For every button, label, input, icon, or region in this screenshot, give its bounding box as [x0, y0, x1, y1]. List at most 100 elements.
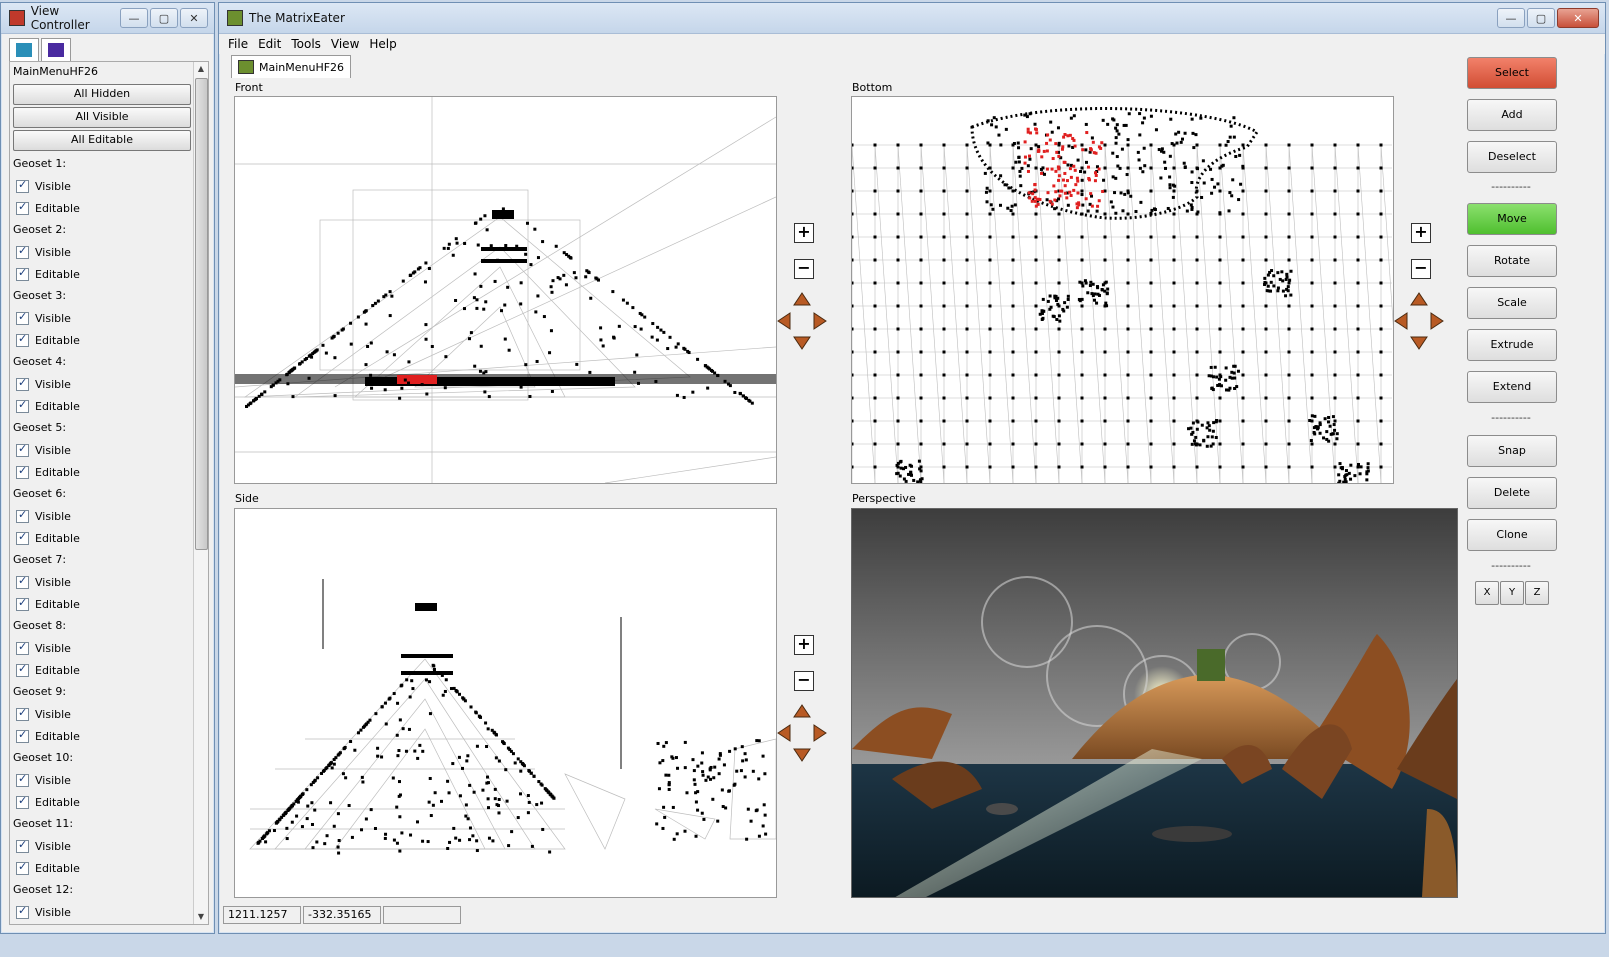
axis-y-button[interactable]: Y [1500, 581, 1524, 605]
geoset-visible-checkbox[interactable]: Visible [10, 241, 194, 263]
tab-bones[interactable] [41, 38, 71, 62]
vertex [395, 733, 399, 737]
geoset-editable-checkbox[interactable]: Editable [10, 659, 194, 681]
selected-vertex [1086, 165, 1090, 169]
zoom-out-button[interactable]: − [794, 671, 814, 691]
geoset-editable-checkbox[interactable]: Editable [10, 857, 194, 879]
axis-z-button[interactable]: Z [1525, 581, 1549, 605]
document-tab[interactable]: MainMenuHF26 [231, 55, 352, 78]
geoset-visible-checkbox[interactable]: Visible [10, 769, 194, 791]
vertex [1333, 419, 1337, 423]
rotate-button[interactable]: Rotate [1467, 245, 1557, 277]
geoset-visible-checkbox[interactable]: Visible [10, 637, 194, 659]
vertical-scrollbar[interactable]: ▲ ▼ [193, 62, 208, 924]
selected-vertex [1057, 174, 1061, 178]
geoset-editable-checkbox[interactable]: Editable [10, 725, 194, 747]
vertex [942, 442, 946, 446]
minimize-button[interactable]: — [120, 8, 148, 28]
geoset-editable-checkbox[interactable]: Editable [10, 263, 194, 285]
geoset-visible-checkbox[interactable]: Visible [10, 835, 194, 857]
vertex [1285, 272, 1289, 276]
geoset-editable-checkbox[interactable]: Editable [10, 329, 194, 351]
selected-vertex [1087, 178, 1091, 182]
pan-arrows[interactable] [1393, 291, 1445, 351]
snap-button[interactable]: Snap [1467, 435, 1557, 467]
scroll-thumb[interactable] [195, 78, 208, 550]
delete-button[interactable]: Delete [1467, 477, 1557, 509]
menu-view[interactable]: View [326, 37, 364, 51]
pan-arrows[interactable] [776, 291, 828, 351]
checkbox-icon [16, 266, 29, 281]
vertex [1055, 317, 1059, 321]
geoset-editable-checkbox[interactable]: Editable [10, 593, 194, 615]
tab-geosets[interactable] [9, 38, 39, 62]
scale-button[interactable]: Scale [1467, 287, 1557, 319]
close-button[interactable]: ✕ [180, 8, 208, 28]
geoset-visible-checkbox[interactable]: Visible [10, 505, 194, 527]
bottom-viewport[interactable] [851, 96, 1394, 484]
extend-button[interactable]: Extend [1467, 371, 1557, 403]
vertex [1172, 189, 1176, 193]
geoset-visible-checkbox[interactable]: Visible [10, 307, 194, 329]
geoset-editable-checkbox[interactable]: Editable [10, 395, 194, 417]
move-button[interactable]: Move [1467, 203, 1557, 235]
minimize-button[interactable]: — [1497, 8, 1525, 28]
pan-arrows[interactable] [776, 703, 828, 763]
geoset-visible-checkbox[interactable]: Visible [10, 901, 194, 923]
zoom-in-button[interactable]: + [794, 223, 814, 243]
front-viewport[interactable] [234, 96, 777, 484]
all-editable-button[interactable]: All Editable [13, 130, 191, 151]
menu-help[interactable]: Help [364, 37, 401, 51]
axis-x-button[interactable]: X [1475, 581, 1499, 605]
geoset-visible-checkbox[interactable]: Visible [10, 703, 194, 725]
geoset-editable-checkbox[interactable]: Editable [10, 527, 194, 549]
scroll-up-icon[interactable]: ▲ [194, 62, 208, 76]
scroll-down-icon[interactable]: ▼ [194, 910, 208, 924]
geoset-visible-checkbox[interactable]: Visible [10, 175, 194, 197]
all-hidden-button[interactable]: All Hidden [13, 84, 191, 105]
extrude-button[interactable]: Extrude [1467, 329, 1557, 361]
geoset-editable-checkbox[interactable]: Editable [10, 197, 194, 219]
all-visible-button[interactable]: All Visible [13, 107, 191, 128]
menu-file[interactable]: File [223, 37, 253, 51]
vertex [1103, 258, 1107, 262]
deselect-button[interactable]: Deselect [1467, 141, 1557, 173]
vertex [1057, 197, 1061, 201]
geoset-visible-checkbox[interactable]: Visible [10, 439, 194, 461]
vertex [416, 820, 420, 824]
geoset-editable-checkbox[interactable]: Editable [10, 791, 194, 813]
vertex [1057, 212, 1061, 216]
main-titlebar[interactable]: The MatrixEater — ▢ ✕ [219, 3, 1605, 34]
side-viewport[interactable] [234, 508, 777, 898]
zoom-out-button[interactable]: − [794, 259, 814, 279]
perspective-viewport[interactable] [851, 508, 1458, 898]
vertex [675, 393, 679, 397]
vertex [904, 479, 908, 483]
vertex [549, 329, 553, 333]
view-controller-titlebar[interactable]: View Controller — ▢ ✕ [1, 3, 214, 34]
vertex [733, 390, 737, 394]
add-button[interactable]: Add [1467, 99, 1557, 131]
menu-edit[interactable]: Edit [253, 37, 286, 51]
menu-tools[interactable]: Tools [286, 37, 326, 51]
geoset-editable-checkbox[interactable]: Editable [10, 461, 194, 483]
zoom-in-button[interactable]: + [794, 635, 814, 655]
maximize-button[interactable]: ▢ [150, 8, 178, 28]
zoom-in-button[interactable]: + [1411, 223, 1431, 243]
clone-button[interactable]: Clone [1467, 519, 1557, 551]
vertex [1126, 138, 1130, 142]
select-button[interactable]: Select [1467, 57, 1557, 89]
vertex [1379, 442, 1383, 446]
geoset-editable-checkbox[interactable] [10, 923, 194, 924]
maximize-button[interactable]: ▢ [1527, 8, 1555, 28]
vertex [562, 251, 566, 255]
vertex [1196, 210, 1200, 214]
geoset-visible-checkbox[interactable]: Visible [10, 571, 194, 593]
vertex [1080, 373, 1084, 377]
zoom-out-button[interactable]: − [1411, 259, 1431, 279]
vertex [323, 842, 327, 846]
geoset-visible-checkbox[interactable]: Visible [10, 373, 194, 395]
vertex [1114, 141, 1118, 145]
vertex [1327, 439, 1331, 443]
close-button[interactable]: ✕ [1557, 8, 1599, 28]
